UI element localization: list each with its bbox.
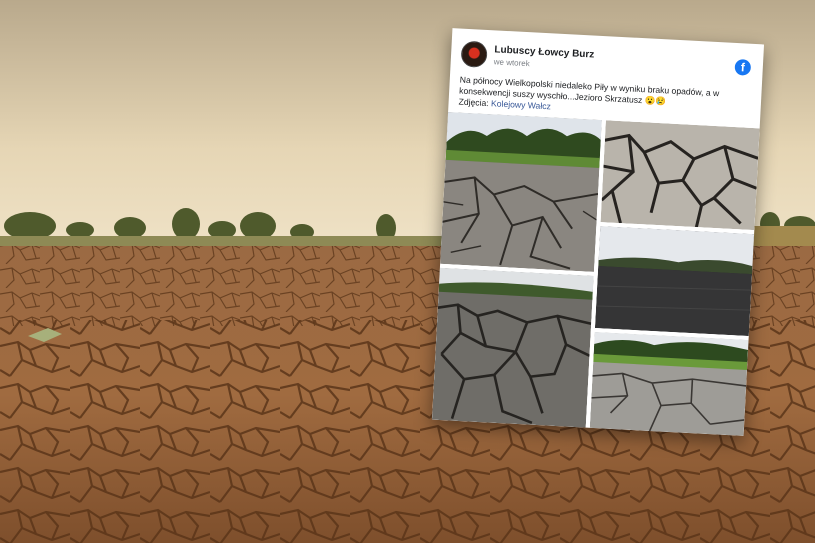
photo-dark-lakebed-horizon[interactable]: [594, 226, 755, 337]
facebook-post-card: Lubuscy Łowcy Burz we wtorek f Na północ…: [431, 28, 765, 436]
credit-link[interactable]: Kolejowy Wałcz: [491, 98, 551, 111]
photo-cracked-lakebed-wide[interactable]: [431, 267, 594, 428]
credit-prefix: Zdjęcia:: [458, 96, 492, 109]
facebook-icon[interactable]: f: [734, 58, 752, 76]
photo-dry-lakebed-trees[interactable]: [440, 111, 602, 272]
photo-grid: [431, 111, 760, 436]
page-avatar[interactable]: [460, 40, 488, 68]
photo-cracked-soil-closeup[interactable]: [600, 120, 760, 231]
photo-lakebed-with-grass[interactable]: [589, 331, 749, 436]
